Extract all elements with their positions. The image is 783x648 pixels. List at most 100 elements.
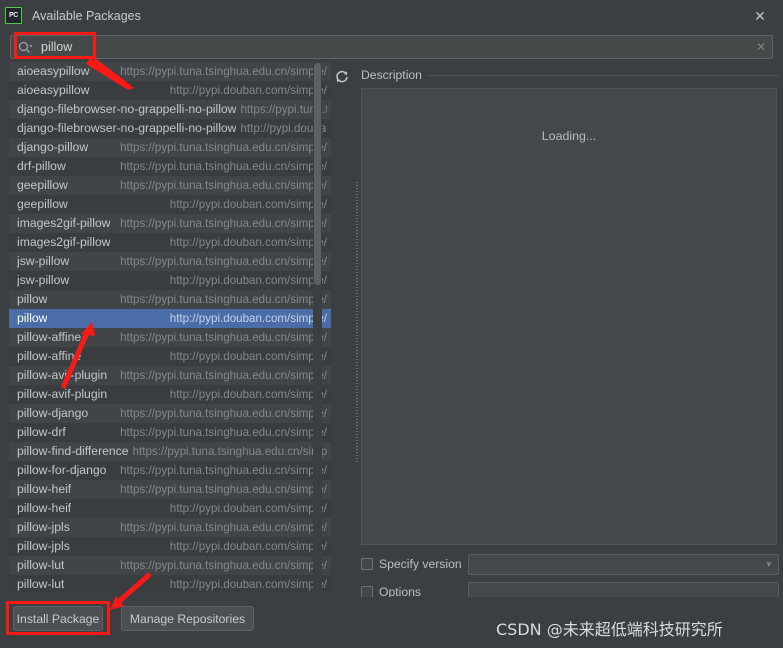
package-list-row[interactable]: images2gif-pillow http://pypi.douban.com/… xyxy=(9,233,331,252)
specify-version-row: Specify version ▼ xyxy=(361,553,779,575)
package-repository-url: https://pypi.tuna.tsinghua.edu.cn/simple… xyxy=(120,559,327,572)
package-name: drf-pillow xyxy=(17,159,66,173)
description-content-box: Loading... xyxy=(361,88,777,545)
loading-text: Loading... xyxy=(541,129,597,143)
package-repository-url: http://pypi.douban.com/simple/ xyxy=(169,312,327,325)
package-name: pillow-lut xyxy=(17,558,65,572)
package-repository-url: https://pypi.tuna.tsinghua.edu.cn/simple… xyxy=(120,179,327,192)
package-repository-url: http://pypi.douban.com/simple/ xyxy=(169,540,327,553)
package-repository-url: http://pypi.douban.com/simple/ xyxy=(169,84,327,97)
package-list-row[interactable]: jsw-pillow https://pypi.tuna.tsinghua.edu… xyxy=(9,252,331,271)
package-repository-url: https://pypi.tuna.tsinghua.edu.cn/simple… xyxy=(120,293,327,306)
package-name: pillow-find-difference xyxy=(17,444,129,458)
package-list-row[interactable]: pillow-django https://pypi.tuna.tsinghua.… xyxy=(9,404,331,423)
package-list-row[interactable]: geepillow http://pypi.douban.com/simple/ xyxy=(9,195,331,214)
watermark-text: CSDN @未来超低端科技研究所 xyxy=(496,620,723,639)
package-name: pillow-affine xyxy=(17,330,82,344)
package-list-row[interactable]: aioeasypillow http://pypi.douban.com/simp… xyxy=(9,81,331,100)
package-list-row[interactable]: pillow-jpls http://pypi.douban.com/simple… xyxy=(9,537,331,556)
package-name: pillow-jpls xyxy=(17,520,70,534)
package-list-row[interactable]: drf-pillow https://pypi.tuna.tsinghua.edu… xyxy=(9,157,331,176)
refresh-icon[interactable] xyxy=(333,68,351,86)
package-list-row[interactable]: pillow-affine http://pypi.douban.com/simp… xyxy=(9,347,331,366)
package-list-row[interactable]: jsw-pillow http://pypi.douban.com/simple/ xyxy=(9,271,331,290)
package-list[interactable]: aioeasypillow https://pypi.tuna.tsinghua.… xyxy=(9,62,331,595)
package-list-row[interactable]: pillow-for-django https://pypi.tuna.tsing… xyxy=(9,461,331,480)
package-repository-url: https://pypi.tuna.tsinghua.edu.cn/simple… xyxy=(120,255,327,268)
package-repository-url: https://pypi.tuna.tsinghua.edu.cn/simple… xyxy=(120,141,327,154)
scrollbar-thumb[interactable] xyxy=(314,63,321,285)
specify-version-combobox[interactable]: ▼ xyxy=(468,553,779,575)
package-list-row[interactable]: aioeasypillow https://pypi.tuna.tsinghua.… xyxy=(9,62,331,81)
package-repository-url: http://pypi.douban.com/simple/ xyxy=(169,236,327,249)
package-list-row[interactable]: pillow https://pypi.tuna.tsinghua.edu.cn/… xyxy=(9,290,331,309)
package-name: pillow-heif xyxy=(17,482,72,496)
package-repository-url: http://pypi.douban.com/simple/ xyxy=(169,350,327,363)
package-list-row[interactable]: images2gif-pillow https://pypi.tuna.tsing… xyxy=(9,214,331,233)
panel-splitter[interactable] xyxy=(355,62,359,595)
package-repository-url: https://pypi.tuna.tsinghua.edu.cn/simple… xyxy=(120,483,327,496)
install-package-button[interactable]: Install Package xyxy=(13,606,103,631)
package-list-row[interactable]: pillow-heif http://pypi.douban.com/simple… xyxy=(9,499,331,518)
specify-version-checkbox[interactable] xyxy=(361,558,373,570)
specify-version-label: Specify version xyxy=(379,557,462,571)
search-input[interactable]: pillow xyxy=(37,36,750,58)
search-icon xyxy=(13,36,37,58)
package-list-row[interactable]: geepillow https://pypi.tuna.tsinghua.edu.… xyxy=(9,176,331,195)
splitter-grip xyxy=(356,182,358,462)
pycharm-logo-icon xyxy=(5,7,22,24)
package-list-row[interactable]: pillow-find-difference https://pypi.tuna.… xyxy=(9,442,331,461)
description-divider xyxy=(427,74,779,76)
package-name: jsw-pillow xyxy=(17,254,70,268)
chevron-down-icon[interactable]: ▼ xyxy=(760,560,778,569)
package-name: geepillow xyxy=(17,197,68,211)
package-list-row[interactable]: pillow-affine https://pypi.tuna.tsinghua.… xyxy=(9,328,331,347)
package-name: django-pillow xyxy=(17,140,89,154)
description-panel: Description Loading... Specify version ▼… xyxy=(361,62,779,603)
package-repository-url: http://pypi.douban.com/simple/ xyxy=(169,502,327,515)
package-list-row[interactable]: pillow-avif-plugin http://pypi.douban.com… xyxy=(9,385,331,404)
package-repository-url: https://pypi.tuna.tsinghua.edu.cn/simple… xyxy=(120,521,327,534)
package-name: pillow-lut xyxy=(17,577,65,591)
package-name: pillow-jpls xyxy=(17,539,70,553)
package-list-row[interactable]: pillow-jpls https://pypi.tuna.tsinghua.ed… xyxy=(9,518,331,537)
package-name: images2gif-pillow xyxy=(17,216,111,230)
search-clear-icon[interactable]: ✕ xyxy=(750,36,772,58)
dialog-body: aioeasypillow https://pypi.tuna.tsinghua.… xyxy=(0,62,783,603)
package-repository-url: https://pypi.tuna.tsinghua.edu.cn/simple… xyxy=(120,464,327,477)
package-name: pillow-for-django xyxy=(17,463,107,477)
package-repository-url: https://pypi.tuna.tsinghua.edu.cn/simple… xyxy=(132,445,327,458)
package-repository-url: https://pypi.tuna.tsinghua.edu.cn/simple… xyxy=(120,369,327,382)
package-list-row[interactable]: pillow http://pypi.douban.com/simple/ xyxy=(9,309,331,328)
package-name: pillow xyxy=(17,292,48,306)
package-repository-url: http://pypi.douban.com/simple/ xyxy=(169,578,327,591)
package-list-row[interactable]: pillow-avif-plugin https://pypi.tuna.tsin… xyxy=(9,366,331,385)
package-name: geepillow xyxy=(17,178,68,192)
package-name: jsw-pillow xyxy=(17,273,70,287)
description-header: Description xyxy=(361,67,779,83)
description-title: Description xyxy=(361,68,422,82)
manage-repositories-button[interactable]: Manage Repositories xyxy=(121,606,254,631)
package-name: pillow-affine xyxy=(17,349,82,363)
package-repository-url: https://pypi.tuna.tsinghua.edu.cn/simple… xyxy=(120,160,327,173)
package-list-row[interactable]: pillow-lut https://pypi.tuna.tsinghua.edu… xyxy=(9,556,331,575)
package-repository-url: https://pypi.tuna.tsinghua.edu.cn/simple… xyxy=(120,331,327,344)
search-field[interactable]: pillow ✕ xyxy=(10,35,773,59)
package-list-row[interactable]: django-filebrowser-no-grappelli-no-pillo… xyxy=(9,100,331,119)
package-list-row[interactable]: pillow-lut http://pypi.douban.com/simple/ xyxy=(9,575,331,594)
package-name: aioeasypillow xyxy=(17,83,90,97)
package-name: django-filebrowser-no-grappelli-no-pillo… xyxy=(17,121,237,135)
package-list-row[interactable]: pillow-drf https://pypi.tuna.tsinghua.edu… xyxy=(9,423,331,442)
package-repository-url: https://pypi.tuna.tsinghua.edu.cn/simple… xyxy=(120,65,327,78)
package-list-scrollbar[interactable] xyxy=(313,62,322,595)
package-name: aioeasypillow xyxy=(17,64,90,78)
package-list-row[interactable]: django-pillow https://pypi.tuna.tsinghua.… xyxy=(9,138,331,157)
package-repository-url: https://pypi.tuna.tsinghua.edu.cn/simple… xyxy=(120,217,327,230)
package-list-row[interactable]: pillow-heif https://pypi.tuna.tsinghua.ed… xyxy=(9,480,331,499)
package-repository-url: http://pypi.douban.com/simple/ xyxy=(169,274,327,287)
package-list-row[interactable]: django-filebrowser-no-grappelli-no-pillo… xyxy=(9,119,331,138)
package-name: pillow-heif xyxy=(17,501,72,515)
close-icon[interactable]: ✕ xyxy=(737,0,783,31)
package-name: pillow-django xyxy=(17,406,89,420)
package-name: pillow-avif-plugin xyxy=(17,387,108,401)
